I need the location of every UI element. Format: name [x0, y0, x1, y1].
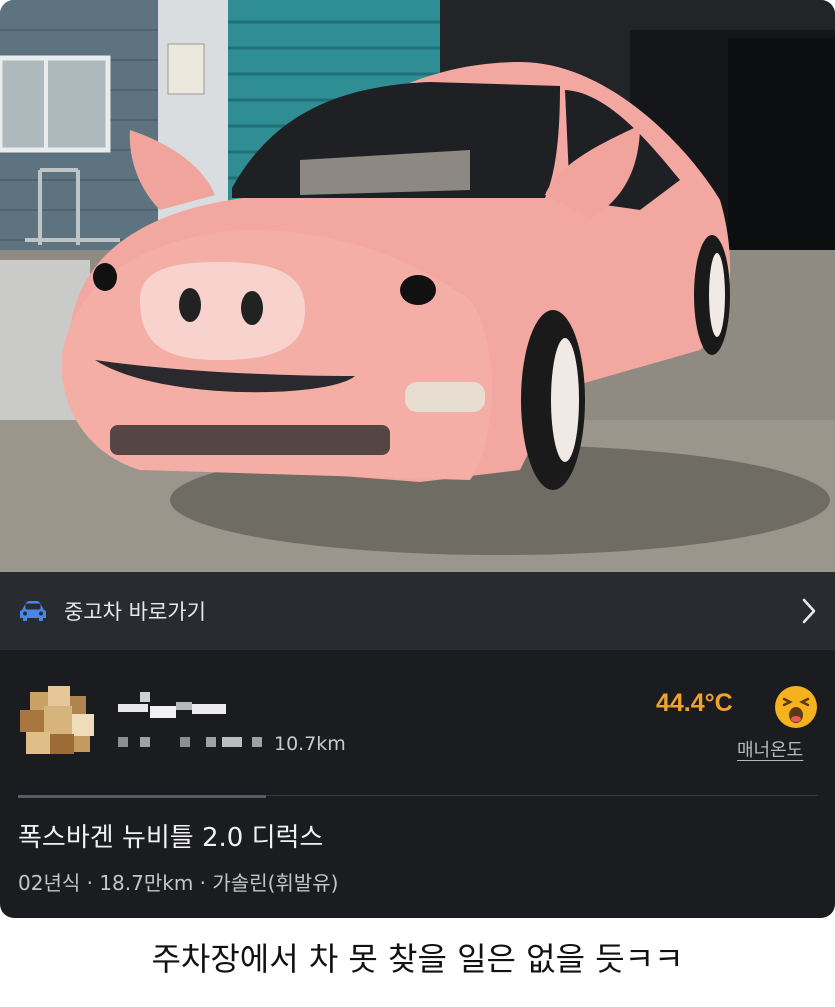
scroll-indicator [18, 795, 266, 798]
shortcut-label: 중고차 바로가기 [64, 600, 206, 624]
listing-meta: 02년식 · 18.7만km · 가솔린(휘발유) [18, 871, 339, 895]
caption-text: 주차장에서 차 못 찾을 일은 없을 듯ㅋㅋ [151, 940, 684, 978]
manner-temperature: 44.4°C [656, 689, 733, 717]
avatar[interactable] [18, 686, 96, 758]
car-icon [20, 601, 46, 621]
listing-card: 중고차 바로가기 10.7km 44.4°C 매너온도 폭스바겐 뉴비틀 2.0… [0, 0, 835, 918]
distance-text: 10.7km [274, 733, 346, 755]
used-car-shortcut-button[interactable]: 중고차 바로가기 [0, 572, 835, 650]
chevron-right-icon [802, 598, 816, 624]
seller-info [0, 650, 835, 795]
listing-title: 폭스바겐 뉴비틀 2.0 디럭스 [18, 823, 324, 853]
location-pixelated [118, 737, 262, 747]
pig-car-photo [0, 0, 835, 572]
manner-temperature-link[interactable]: 매너온도 [737, 736, 803, 762]
laughing-face-icon [775, 686, 817, 728]
seller-name-pixelated [118, 692, 226, 718]
